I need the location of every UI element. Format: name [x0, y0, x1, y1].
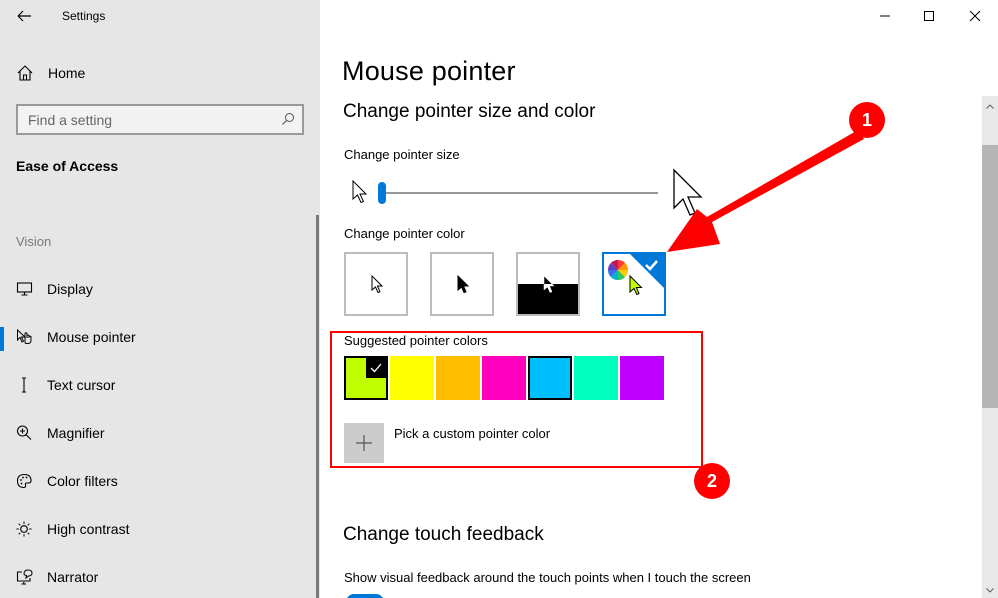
- home-label: Home: [48, 65, 86, 81]
- sidebar-item-label: Mouse pointer: [47, 329, 136, 345]
- annotation-badge-2: 2: [694, 463, 730, 499]
- maximize-button[interactable]: [906, 0, 952, 32]
- pointer-color-white[interactable]: [344, 252, 408, 316]
- white-pointer-icon: [371, 275, 384, 294]
- pointer-color-black[interactable]: [430, 252, 494, 316]
- close-button[interactable]: [952, 0, 998, 32]
- annotation-highlight-box: [330, 331, 703, 468]
- scroll-down-button[interactable]: [982, 582, 998, 598]
- page-title: Mouse pointer: [342, 56, 516, 86]
- chevron-up-icon: [986, 103, 994, 109]
- chevron-down-icon: [986, 587, 994, 593]
- section-title: Ease of Access: [16, 158, 119, 174]
- pointer-size-label: Change pointer size: [344, 147, 460, 162]
- sidebar-item-label: Color filters: [47, 473, 118, 489]
- sidebar: Settings Home Ease of Access Vision Disp…: [0, 0, 320, 598]
- sidebar-scrollbar[interactable]: [316, 215, 319, 598]
- main-scrollbar[interactable]: [982, 96, 998, 598]
- sidebar-item-label: High contrast: [47, 521, 130, 537]
- sidebar-item-label: Narrator: [47, 569, 99, 585]
- inverted-pointer-icon: [543, 275, 555, 293]
- magnifier-icon: [16, 425, 32, 440]
- section-heading-touch-feedback: Change touch feedback: [343, 524, 544, 545]
- minimize-icon: [880, 15, 890, 17]
- selected-indicator: [0, 327, 4, 351]
- sidebar-item-magnifier[interactable]: Magnifier: [0, 413, 318, 453]
- sidebar-item-home[interactable]: Home: [16, 62, 85, 84]
- section-heading-size-color: Change pointer size and color: [343, 101, 596, 122]
- color-wheel-icon: [608, 260, 628, 280]
- group-label-vision: Vision: [16, 234, 52, 249]
- scrollbar-thumb[interactable]: [982, 145, 998, 408]
- pointer-size-slider[interactable]: [378, 180, 658, 206]
- touch-feedback-toggle[interactable]: [346, 594, 384, 598]
- large-pointer-icon: [673, 168, 703, 216]
- maximize-icon: [924, 11, 934, 21]
- pointer-color-inverted[interactable]: [516, 252, 580, 316]
- sun-icon: [16, 521, 32, 537]
- sidebar-item-color-filters[interactable]: Color filters: [0, 461, 318, 501]
- slider-thumb[interactable]: [378, 182, 386, 204]
- main-content: Mouse pointer Change pointer size and co…: [320, 0, 998, 598]
- scroll-up-button[interactable]: [982, 98, 998, 114]
- pointer-color-label: Change pointer color: [344, 226, 465, 241]
- mouse-pointer-icon: [17, 329, 32, 344]
- minimize-button[interactable]: [862, 0, 908, 32]
- back-arrow-icon: [17, 10, 31, 22]
- small-pointer-icon: [352, 180, 368, 204]
- sidebar-item-display[interactable]: Display: [0, 269, 318, 309]
- slider-track: [382, 192, 658, 194]
- sidebar-item-narrator[interactable]: Narrator: [0, 557, 318, 597]
- close-icon: [969, 10, 981, 22]
- back-button[interactable]: [14, 6, 34, 26]
- sidebar-item-high-contrast[interactable]: High contrast: [0, 509, 318, 549]
- sidebar-item-text-cursor[interactable]: Text cursor: [0, 365, 318, 405]
- monitor-icon: [16, 282, 33, 296]
- narrator-icon: [16, 569, 33, 585]
- palette-icon: [16, 473, 32, 489]
- black-pointer-icon: [457, 275, 470, 294]
- text-cursor-icon: [22, 377, 26, 393]
- sidebar-item-label: Display: [47, 281, 93, 297]
- annotation-badge-1: 1: [849, 102, 885, 138]
- search-icon[interactable]: [281, 112, 295, 126]
- search-box[interactable]: [16, 104, 304, 135]
- pointer-color-custom[interactable]: [602, 252, 666, 316]
- sidebar-item-label: Magnifier: [47, 425, 105, 441]
- custom-color-preview: [608, 254, 664, 296]
- sidebar-item-mouse-pointer[interactable]: Mouse pointer: [0, 317, 318, 357]
- app-title: Settings: [62, 9, 106, 23]
- home-icon: [17, 65, 33, 81]
- search-input[interactable]: [18, 106, 268, 133]
- touch-feedback-label: Show visual feedback around the touch po…: [344, 570, 751, 585]
- sidebar-item-label: Text cursor: [47, 377, 116, 393]
